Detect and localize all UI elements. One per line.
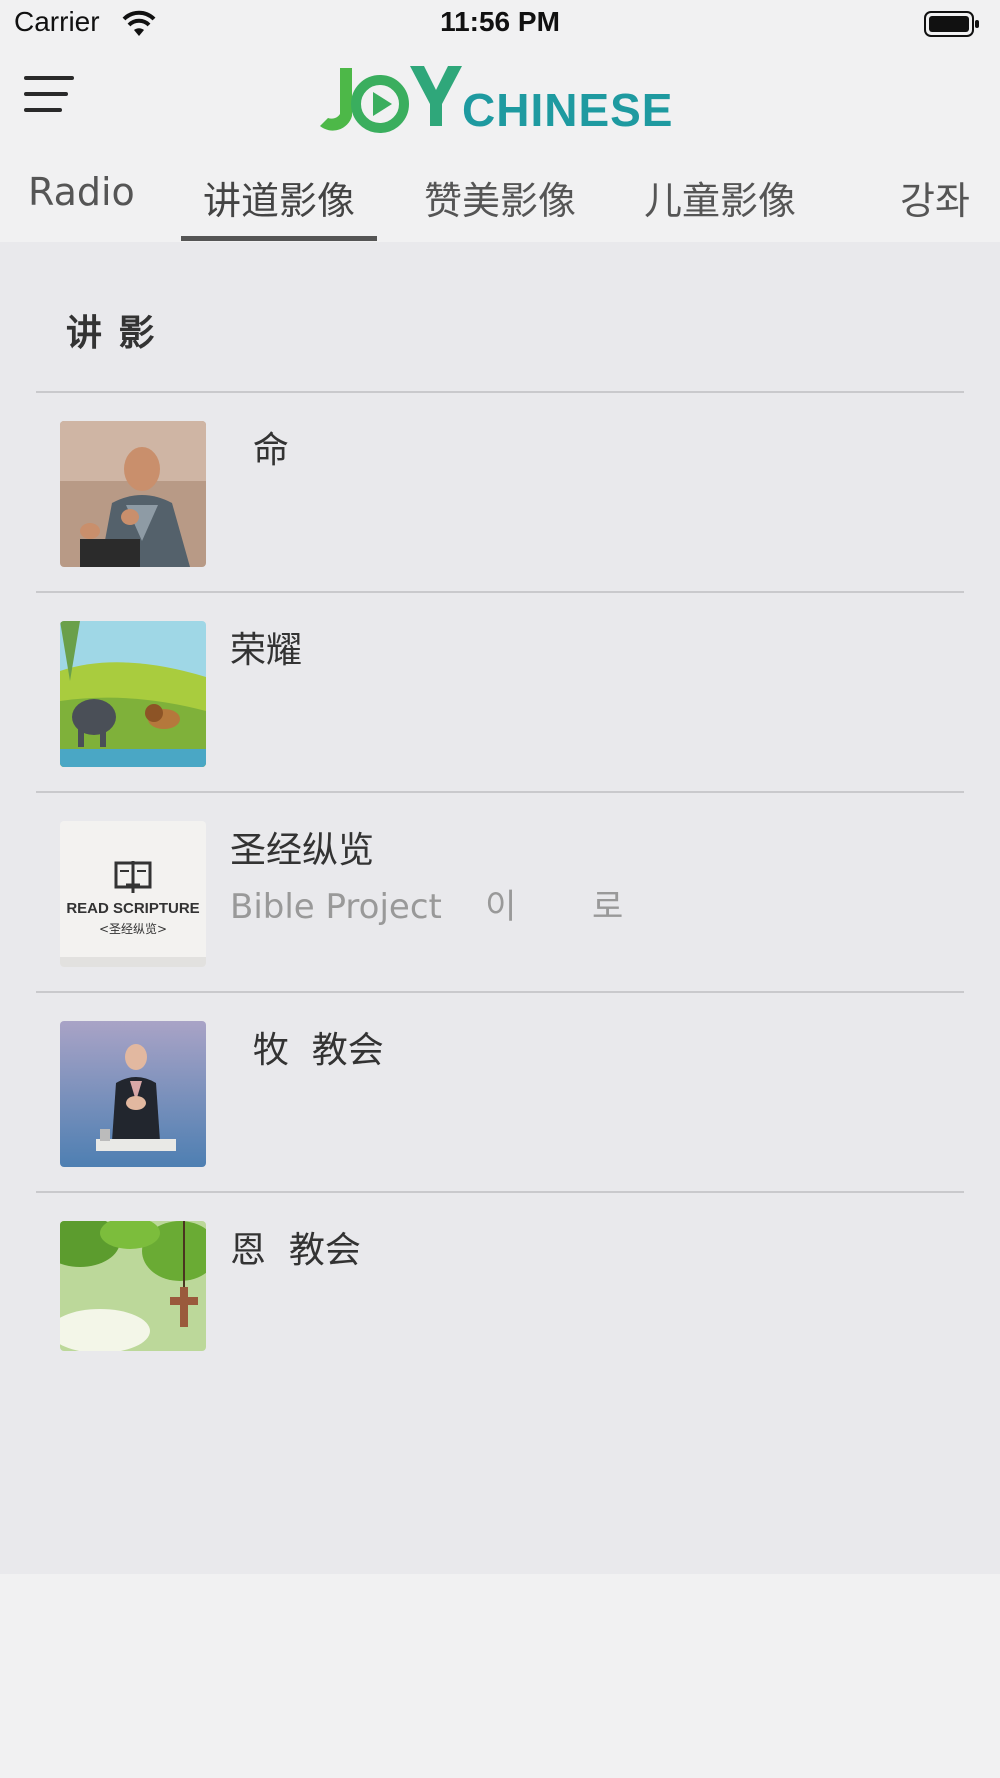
- tab-sermon-videos[interactable]: 讲道影像: [181, 158, 377, 242]
- thumb-caption: READ SCRIPTURE: [66, 900, 199, 917]
- hamburger-line: [24, 108, 62, 112]
- preacher-photo-thumbnail: [60, 421, 206, 567]
- thumb-subcaption: <圣经纵览>: [99, 921, 167, 936]
- list-item[interactable]: 牧 教会: [36, 993, 964, 1191]
- read-scripture-thumbnail: READ SCRIPTURE <圣经纵览>: [60, 821, 206, 967]
- item-subtitle: Bible Project 이 로: [230, 887, 624, 927]
- hamburger-menu-icon: [24, 76, 74, 80]
- tab-label: Radio: [28, 170, 135, 214]
- tab-label: 讲道影像: [202, 179, 355, 223]
- pastor-on-stage-thumbnail: [60, 1021, 206, 1167]
- hamburger-line: [24, 92, 68, 96]
- item-title: 牧 教会: [230, 1030, 384, 1071]
- category-tabs: Radio 讲道影像 赞美影像 儿童影像 강좌: [0, 158, 1000, 242]
- list-item[interactable]: 荣耀: [36, 593, 964, 791]
- list-item[interactable]: 命: [36, 393, 964, 591]
- status-time: 11:56 PM: [440, 6, 560, 37]
- active-tab-indicator: [181, 236, 377, 241]
- tab-children-videos[interactable]: 儿童影像: [622, 158, 818, 242]
- section-title: 讲 影: [66, 313, 157, 354]
- menu-button[interactable]: [24, 74, 74, 116]
- content-panel: 讲 影 命 荣耀 READ SCRIPTURE <圣经纵览> 圣经纵览 Bibl…: [0, 242, 1000, 1574]
- list-item[interactable]: 恩 教会: [36, 1193, 964, 1391]
- joy-chinese-logo: CHINESE: [320, 66, 673, 136]
- tab-praise-videos[interactable]: 赞美影像: [402, 158, 598, 242]
- item-title: 荣耀: [230, 630, 303, 671]
- battery-icon: [924, 11, 979, 37]
- item-title: 圣经纵览: [230, 830, 375, 871]
- svg-text:CHINESE: CHINESE: [462, 84, 673, 136]
- tab-label: 赞美影像: [423, 179, 576, 223]
- item-title: 恩 教会: [230, 1230, 361, 1271]
- tab-lectures[interactable]: 강좌: [880, 158, 990, 242]
- tab-label: 강좌: [900, 179, 970, 223]
- cross-leaves-thumbnail: [60, 1221, 206, 1351]
- elephant-lion-painting-thumbnail: [60, 621, 206, 767]
- tab-radio[interactable]: Radio: [28, 158, 135, 242]
- item-title: 命: [230, 430, 289, 471]
- status-bar: Carrier 11:56 PM: [0, 0, 1000, 50]
- tab-label: 儿童影像: [643, 179, 796, 223]
- list-item[interactable]: READ SCRIPTURE <圣经纵览> 圣经纵览 Bible Project…: [36, 793, 964, 991]
